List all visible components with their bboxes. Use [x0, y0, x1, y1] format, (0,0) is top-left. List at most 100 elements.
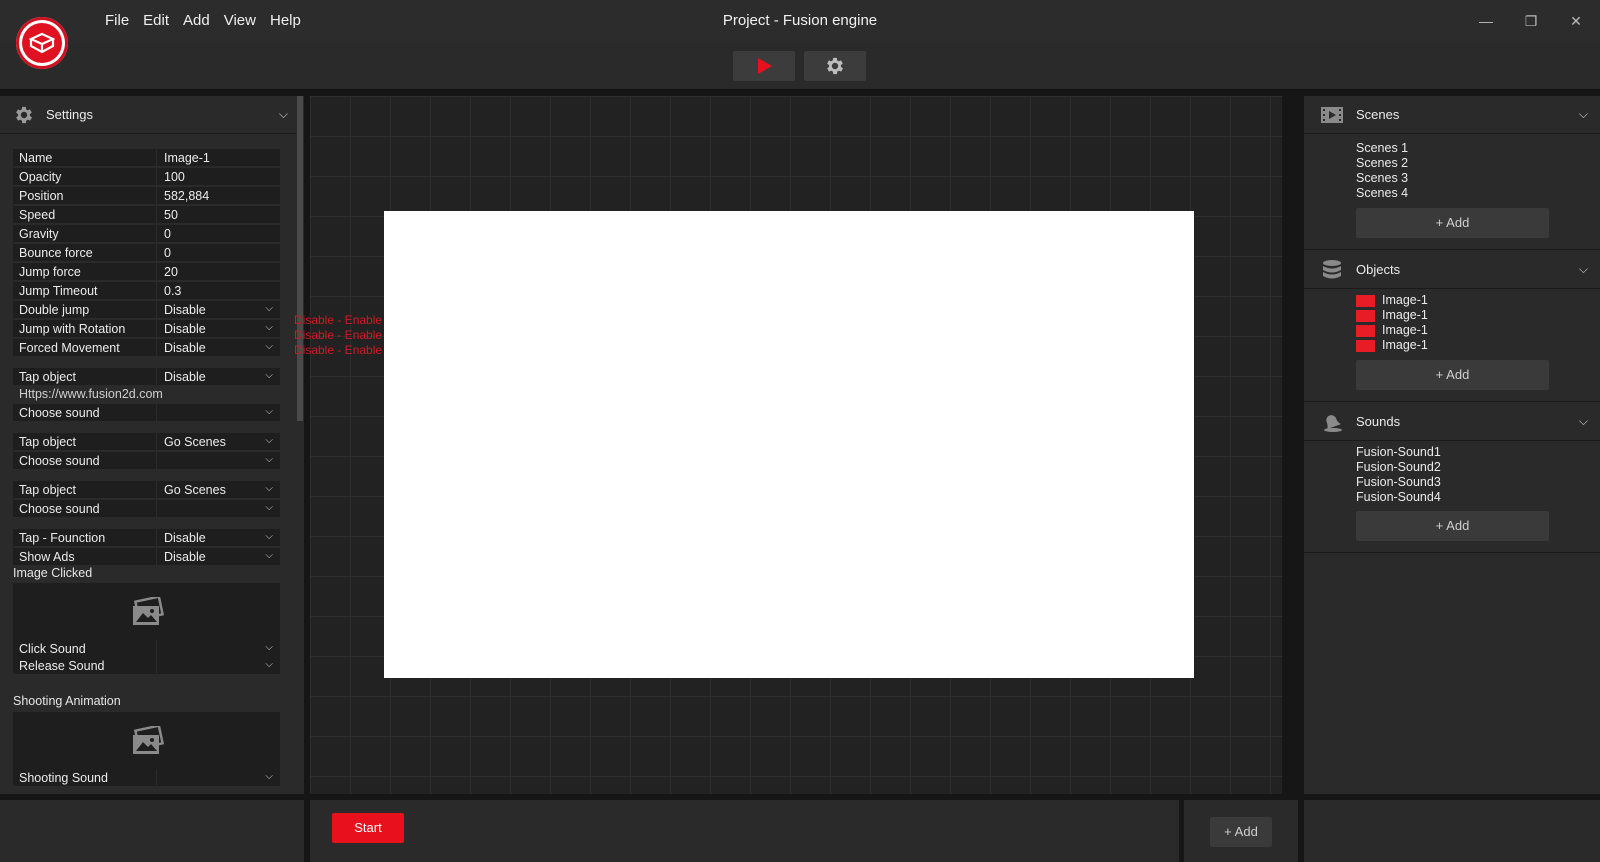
- stage-viewport[interactable]: [384, 211, 1194, 678]
- tap-function-select[interactable]: Disable: [156, 529, 280, 547]
- image-clicked-dropzone[interactable]: [13, 583, 280, 641]
- scenes-title: Scenes: [1356, 107, 1400, 122]
- menu-view[interactable]: View: [224, 12, 256, 29]
- object-color-swatch: [1356, 295, 1375, 307]
- add-button[interactable]: + Add: [1210, 817, 1272, 847]
- settings-header[interactable]: Settings ⌵: [0, 96, 300, 134]
- scrollbar-thumb[interactable]: [297, 96, 303, 421]
- prop-row-jump-rotation: Jump with Rotation Disable ⌵: [13, 320, 280, 338]
- minimize-button[interactable]: —: [1475, 10, 1497, 32]
- assets-panel: Scenes ⌵ Scenes 1 Scenes 2 Scenes 3 Scen…: [1304, 96, 1600, 794]
- scene-canvas[interactable]: [310, 96, 1282, 794]
- chevron-down-icon[interactable]: ⌵: [265, 642, 273, 653]
- sound-item[interactable]: Fusion-Sound1: [1356, 445, 1441, 459]
- prop-row-forced-movement: Forced Movement Disable ⌵: [13, 339, 280, 357]
- sounds-title: Sounds: [1356, 414, 1401, 429]
- double-jump-select[interactable]: Disable: [156, 301, 280, 319]
- menu-help[interactable]: Help: [270, 12, 301, 29]
- image-icon: [132, 597, 164, 625]
- chevron-down-icon[interactable]: ⌵: [265, 322, 273, 333]
- chevron-down-icon[interactable]: ⌵: [1579, 262, 1588, 277]
- shooting-sound-select[interactable]: [156, 769, 280, 787]
- scene-item[interactable]: Scenes 3: [1356, 171, 1408, 185]
- play-button[interactable]: [733, 51, 795, 81]
- start-button[interactable]: Start: [332, 813, 404, 843]
- add-object-button[interactable]: + Add: [1356, 360, 1549, 390]
- choose-sound-select-1[interactable]: [156, 404, 280, 422]
- object-item[interactable]: Image-1: [1382, 308, 1428, 322]
- scenes-header[interactable]: Scenes ⌵: [1304, 96, 1600, 134]
- jump-force-field[interactable]: 20: [156, 263, 280, 281]
- maximize-button[interactable]: ❐: [1520, 10, 1542, 32]
- opacity-field[interactable]: 100: [156, 168, 280, 186]
- name-field[interactable]: Image-1: [156, 149, 280, 167]
- tap-object-row-2: Tap object Go Scenes ⌵: [13, 433, 280, 451]
- position-field[interactable]: 582,884: [156, 187, 280, 205]
- forced-movement-select[interactable]: Disable: [156, 339, 280, 357]
- prop-row-jump-timeout: Jump Timeout 0.3: [13, 282, 280, 300]
- object-color-swatch: [1356, 325, 1375, 337]
- add-scene-button[interactable]: + Add: [1356, 208, 1549, 238]
- choose-sound-select-3[interactable]: [156, 500, 280, 518]
- click-sound-select[interactable]: [156, 640, 280, 658]
- close-button[interactable]: ✕: [1565, 10, 1587, 32]
- choose-sound-select-2[interactable]: [156, 452, 280, 470]
- add-sound-button[interactable]: + Add: [1356, 511, 1549, 541]
- sound-item[interactable]: Fusion-Sound3: [1356, 475, 1441, 489]
- scene-item[interactable]: Scenes 1: [1356, 141, 1408, 155]
- settings-panel: Settings ⌵ Name Image-1 Opacity 100 Posi…: [0, 96, 300, 794]
- tap-object-select-3[interactable]: Go Scenes: [156, 481, 280, 499]
- chevron-down-icon[interactable]: ⌵: [265, 483, 273, 494]
- bounce-force-field[interactable]: 0: [156, 244, 280, 262]
- choose-sound-row-2: Choose sound ⌵: [13, 452, 280, 470]
- chevron-down-icon[interactable]: ⌵: [265, 771, 273, 782]
- scene-item[interactable]: Scenes 2: [1356, 156, 1408, 170]
- menu-add[interactable]: Add: [183, 12, 210, 29]
- sound-item[interactable]: Fusion-Sound4: [1356, 490, 1441, 504]
- jump-timeout-field[interactable]: 0.3: [156, 282, 280, 300]
- database-icon: [1323, 260, 1341, 279]
- chevron-down-icon[interactable]: ⌵: [265, 531, 273, 542]
- objects-title: Objects: [1356, 262, 1401, 277]
- settings-scrollbar[interactable]: [296, 96, 304, 794]
- release-sound-select[interactable]: [156, 657, 280, 675]
- chevron-down-icon[interactable]: ⌵: [1579, 414, 1588, 429]
- show-ads-select[interactable]: Disable: [156, 548, 280, 566]
- chevron-down-icon[interactable]: ⌵: [1579, 107, 1588, 122]
- speed-field[interactable]: 50: [156, 206, 280, 224]
- chevron-down-icon[interactable]: ⌵: [265, 303, 273, 314]
- tap-object-select-2[interactable]: Go Scenes: [156, 433, 280, 451]
- chevron-down-icon[interactable]: ⌵: [265, 550, 273, 561]
- chevron-down-icon[interactable]: ⌵: [279, 107, 288, 122]
- chevron-down-icon[interactable]: ⌵: [265, 406, 273, 417]
- tap-object-select-1[interactable]: Disable: [156, 368, 280, 386]
- sound-item[interactable]: Fusion-Sound2: [1356, 460, 1441, 474]
- sounds-header[interactable]: Sounds ⌵: [1304, 403, 1600, 441]
- jump-rotation-select[interactable]: Disable: [156, 320, 280, 338]
- objects-header[interactable]: Objects ⌵: [1304, 251, 1600, 289]
- timeline-area: Start: [310, 800, 1179, 862]
- chevron-down-icon[interactable]: ⌵: [265, 659, 273, 670]
- chevron-down-icon[interactable]: ⌵: [265, 454, 273, 465]
- scene-item[interactable]: Scenes 4: [1356, 186, 1408, 200]
- object-item[interactable]: Image-1: [1382, 323, 1428, 337]
- object-item[interactable]: Image-1: [1382, 338, 1428, 352]
- menu-edit[interactable]: Edit: [143, 12, 169, 29]
- object-item[interactable]: Image-1: [1382, 293, 1428, 307]
- menu-file[interactable]: File: [105, 12, 129, 29]
- chevron-down-icon[interactable]: ⌵: [265, 341, 273, 352]
- shooting-animation-dropzone[interactable]: [13, 712, 280, 770]
- toolbar: [0, 42, 1600, 90]
- release-sound-row: Release Sound ⌵: [13, 657, 280, 675]
- chevron-down-icon[interactable]: ⌵: [265, 370, 273, 381]
- url-text[interactable]: Https://www.fusion2d.com: [19, 387, 163, 401]
- choose-sound-row-1: Choose sound ⌵: [13, 404, 280, 422]
- shooting-sound-row: Shooting Sound ⌵: [13, 769, 280, 787]
- prop-row-opacity: Opacity 100: [13, 168, 280, 186]
- settings-button[interactable]: [804, 51, 866, 81]
- chevron-down-icon[interactable]: ⌵: [265, 435, 273, 446]
- bottom-right-area: [1304, 800, 1600, 862]
- gravity-field[interactable]: 0: [156, 225, 280, 243]
- divider: [1304, 552, 1600, 553]
- chevron-down-icon[interactable]: ⌵: [265, 502, 273, 513]
